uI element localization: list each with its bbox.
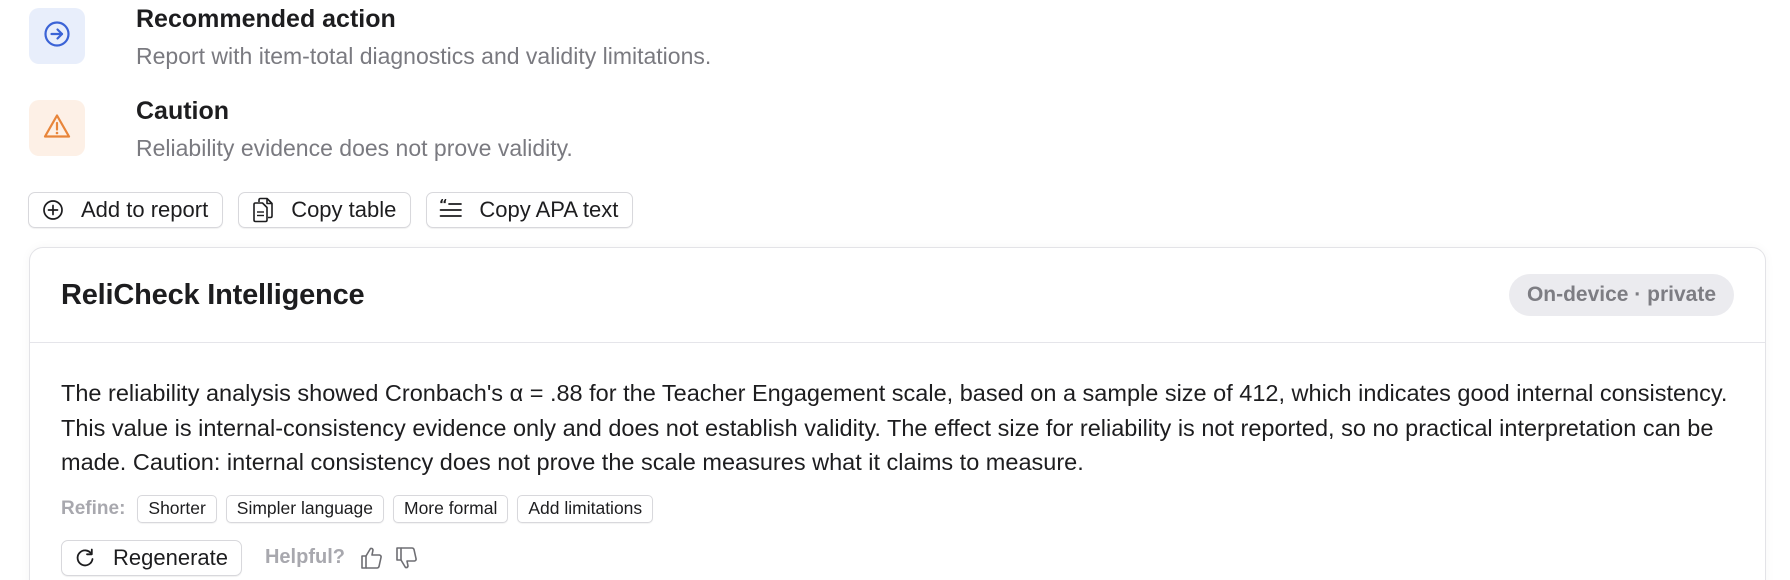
copy-document-icon — [251, 197, 275, 223]
action-buttons: Add to report Copy table “ Copy APA text — [28, 192, 634, 228]
refine-more-formal-chip[interactable]: More formal — [393, 494, 509, 523]
add-to-report-button[interactable]: Add to report — [28, 192, 224, 228]
refine-label: Refine: — [61, 497, 126, 519]
thumbs-up-icon[interactable] — [357, 543, 387, 573]
intelligence-card: ReliCheck Intelligence On-device · priva… — [29, 247, 1766, 580]
refine-shorter-chip[interactable]: Shorter — [137, 494, 217, 523]
add-to-report-label: Add to report — [81, 197, 209, 222]
recommended-action-row: Recommended action Report with item-tota… — [29, 5, 712, 71]
refine-add-limitations-chip[interactable]: Add limitations — [517, 494, 654, 523]
copy-apa-text-button[interactable]: “ Copy APA text — [426, 192, 634, 228]
svg-text:“: “ — [439, 199, 448, 213]
plus-circle-icon — [41, 198, 65, 222]
warning-triangle-icon — [42, 112, 72, 145]
copy-apa-text-label: Copy APA text — [479, 197, 619, 222]
refine-simpler-language-chip[interactable]: Simpler language — [225, 494, 384, 523]
recommended-action-description: Report with item-total diagnostics and v… — [136, 43, 712, 69]
caution-title: Caution — [136, 97, 230, 125]
helpful-label: Helpful? — [264, 546, 345, 568]
quote-text-icon: “ — [439, 198, 463, 222]
page: Recommended action Report with item-tota… — [0, 0, 1790, 580]
caution-description: Reliability evidence does not prove vali… — [136, 135, 573, 161]
regenerate-button[interactable]: Regenerate — [61, 539, 242, 576]
thumbs-down-icon[interactable] — [392, 543, 422, 573]
copy-table-label: Copy table — [291, 197, 397, 222]
regenerate-label: Regenerate — [113, 544, 228, 570]
feedback-row: Regenerate Helpful? — [61, 539, 1734, 576]
privacy-badge: On-device · private — [1508, 274, 1734, 316]
card-title: ReliCheck Intelligence — [61, 278, 365, 311]
refresh-icon — [73, 546, 97, 570]
recommended-action-badge — [29, 8, 85, 64]
recommended-action-title: Recommended action — [136, 5, 396, 33]
card-header: ReliCheck Intelligence On-device · priva… — [30, 248, 1765, 343]
refine-row: Refine: Shorter Simpler language More fo… — [61, 494, 1734, 523]
copy-table-button[interactable]: Copy table — [238, 192, 412, 228]
caution-badge — [29, 100, 85, 156]
summary-text: The reliability analysis showed Cronbach… — [61, 380, 1728, 475]
arrow-circle-right-icon — [43, 20, 71, 53]
caution-row: Caution Reliability evidence does not pr… — [29, 97, 573, 163]
